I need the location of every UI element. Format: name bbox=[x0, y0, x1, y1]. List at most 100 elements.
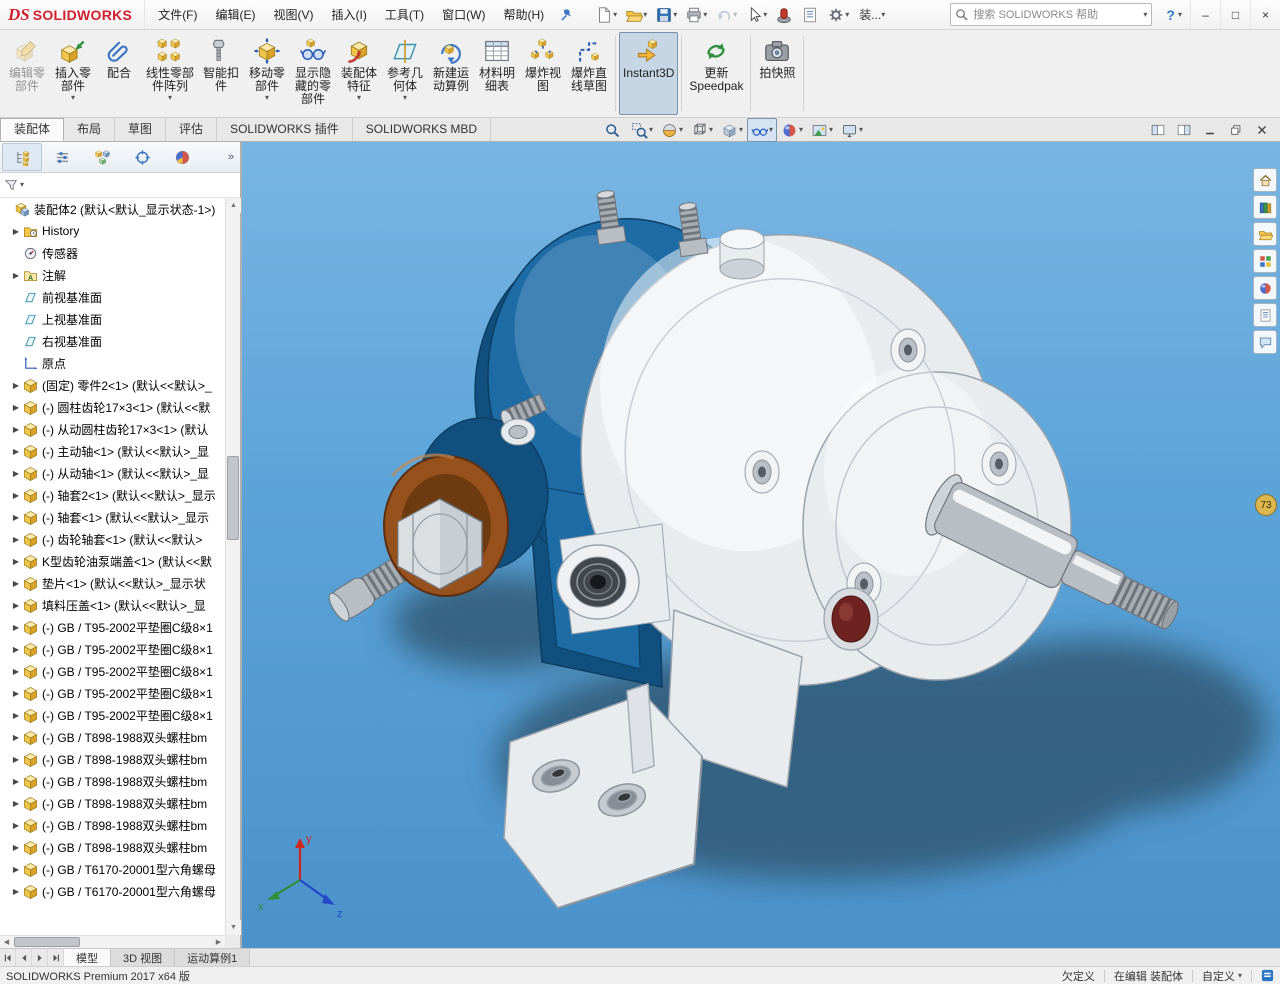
search-box[interactable]: ▾ bbox=[950, 3, 1152, 26]
tree-item[interactable]: ▶垫片<1> (默认<<默认>_显示状 bbox=[0, 572, 225, 594]
tree-item[interactable]: ▶(-) GB / T95-2002平垫圈C级8×1 bbox=[0, 660, 225, 682]
undo-button[interactable]: ▾ bbox=[712, 2, 740, 28]
dropdown-caret-icon[interactable]: ▾ bbox=[679, 126, 683, 134]
panel-tab-dimxpertmanager[interactable] bbox=[122, 143, 162, 171]
doc-close-button[interactable] bbox=[1250, 120, 1274, 141]
expander-icon[interactable]: ▶ bbox=[10, 667, 22, 676]
taskpane-resources-button[interactable] bbox=[1253, 168, 1277, 192]
instant3d-button[interactable]: Instant3D bbox=[619, 32, 678, 115]
expander-icon[interactable]: ▶ bbox=[10, 557, 22, 566]
file-properties-button[interactable] bbox=[798, 2, 822, 28]
previous-tab-icon[interactable] bbox=[16, 949, 32, 966]
tree-item[interactable]: 前视基准面 bbox=[0, 286, 225, 308]
tree-item[interactable]: 传感器 bbox=[0, 242, 225, 264]
model-tab-运动算例1[interactable]: 运动算例1 bbox=[175, 949, 250, 966]
tree-item[interactable]: ▶(-) GB / T6170-20001型六角螺母 bbox=[0, 880, 225, 902]
expander-icon[interactable]: ▶ bbox=[10, 821, 22, 830]
horizontal-scroll-thumb[interactable] bbox=[14, 937, 80, 947]
graphics-viewport[interactable]: y x z 73 bbox=[242, 142, 1280, 948]
taskpane-file-explorer-button[interactable] bbox=[1253, 222, 1277, 246]
tree-item[interactable]: ▶(-) GB / T898-1988双头螺柱bm bbox=[0, 770, 225, 792]
expander-icon[interactable]: ▶ bbox=[10, 271, 22, 280]
menu-window[interactable]: 窗口(W) bbox=[433, 1, 494, 29]
tab-solidworks-mbd[interactable]: SOLIDWORKS MBD bbox=[353, 118, 491, 141]
dropdown-caret-icon[interactable]: ▾ bbox=[881, 11, 885, 19]
expander-icon[interactable]: ▶ bbox=[10, 843, 22, 852]
update-speedpak-button[interactable]: 更新Speedpak bbox=[685, 32, 747, 115]
bill-of-materials-button[interactable]: 材料明细表 bbox=[474, 32, 520, 115]
tree-item[interactable]: ▶(-) GB / T95-2002平垫圈C级8×1 bbox=[0, 616, 225, 638]
tree-item[interactable]: ▶(-) 轴套<1> (默认<<默认>_显示 bbox=[0, 506, 225, 528]
panel-tabs-overflow-icon[interactable]: » bbox=[224, 151, 238, 163]
expander-icon[interactable]: ▶ bbox=[10, 469, 22, 478]
dropdown-caret-icon[interactable]: ▾ bbox=[357, 94, 361, 102]
taskpane-view-palette-button[interactable] bbox=[1253, 249, 1277, 273]
panel-tab-featuremanager[interactable] bbox=[2, 143, 42, 171]
scroll-right-arrow[interactable]: ▶ bbox=[212, 936, 225, 948]
show-hidden-components-button[interactable]: 显示隐藏的零部件 bbox=[290, 32, 336, 115]
expander-icon[interactable]: ▶ bbox=[10, 887, 22, 896]
dropdown-caret-icon[interactable]: ▾ bbox=[739, 126, 743, 134]
expander-icon[interactable]: ▶ bbox=[10, 425, 22, 434]
tree-item[interactable]: ▶K型齿轮油泵端盖<1> (默认<<默 bbox=[0, 550, 225, 572]
filter-icon[interactable] bbox=[4, 178, 18, 192]
dropdown-caret-icon[interactable]: ▾ bbox=[613, 11, 617, 19]
save-button[interactable]: ▾ bbox=[652, 2, 680, 28]
dropdown-caret-icon[interactable]: ▾ bbox=[703, 11, 707, 19]
toolbar-overflow-button[interactable]: 装...▾ bbox=[854, 2, 888, 28]
panel-tab-propertymanager[interactable] bbox=[42, 143, 82, 171]
expander-icon[interactable]: ▶ bbox=[10, 645, 22, 654]
menu-tools[interactable]: 工具(T) bbox=[376, 1, 433, 29]
scroll-down-arrow[interactable]: ▼ bbox=[226, 920, 241, 935]
tree-item[interactable]: ▶(-) GB / T6170-20001型六角螺母 bbox=[0, 858, 225, 880]
move-component-button[interactable]: 移动零部件▾ bbox=[244, 32, 290, 115]
help-button[interactable]: ? ▾ bbox=[1158, 0, 1190, 29]
expander-icon[interactable]: ▶ bbox=[10, 227, 22, 236]
dropdown-caret-icon[interactable]: ▾ bbox=[168, 94, 172, 102]
panel-tab-displaymanager[interactable] bbox=[162, 143, 202, 171]
quick-tips-icon[interactable] bbox=[1261, 969, 1274, 982]
tree-item[interactable]: ▶(固定) 零件2<1> (默认<<默认>_ bbox=[0, 374, 225, 396]
dropdown-caret-icon[interactable]: ▾ bbox=[829, 126, 833, 134]
help-dropdown-caret[interactable]: ▾ bbox=[1178, 11, 1182, 19]
tree-root-item[interactable]: 装配体2 (默认<默认_显示状态-1>) bbox=[0, 198, 225, 220]
pane-split-left-button[interactable] bbox=[1146, 120, 1170, 141]
scroll-up-arrow[interactable]: ▲ bbox=[226, 198, 241, 213]
outlet-port[interactable] bbox=[824, 588, 878, 650]
top-boss[interactable] bbox=[720, 229, 764, 279]
tree-item[interactable]: ▶(-) 从动轴<1> (默认<<默认>_显 bbox=[0, 462, 225, 484]
mate-button[interactable]: 配合 bbox=[96, 32, 142, 115]
tab-评估[interactable]: 评估 bbox=[166, 118, 217, 141]
expander-icon[interactable]: ▶ bbox=[10, 755, 22, 764]
tree-item[interactable]: ▶(-) 圆柱齿轮17×3<1> (默认<<默 bbox=[0, 396, 225, 418]
search-input[interactable] bbox=[971, 8, 1140, 22]
print-button[interactable]: ▾ bbox=[682, 2, 710, 28]
expander-icon[interactable]: ▶ bbox=[10, 865, 22, 874]
expander-icon[interactable]: ▶ bbox=[10, 733, 22, 742]
dropdown-caret-icon[interactable]: ▾ bbox=[733, 11, 737, 19]
exploded-view-button[interactable]: 爆炸视图 bbox=[520, 32, 566, 115]
doc-restore-button[interactable] bbox=[1224, 120, 1248, 141]
take-snapshot-button[interactable]: 拍快照 bbox=[754, 32, 800, 115]
tab-草图[interactable]: 草图 bbox=[115, 118, 166, 141]
insert-components-button[interactable]: 插入零部件▾ bbox=[50, 32, 96, 115]
dropdown-caret-icon[interactable]: ▾ bbox=[673, 11, 677, 19]
tree-item[interactable]: ▶(-) GB / T95-2002平垫圈C级8×1 bbox=[0, 682, 225, 704]
expander-icon[interactable]: ▶ bbox=[10, 403, 22, 412]
menu-view[interactable]: 视图(V) bbox=[265, 1, 323, 29]
expander-icon[interactable]: ▶ bbox=[10, 513, 22, 522]
expander-icon[interactable]: ▶ bbox=[10, 381, 22, 390]
select-button[interactable]: ▾ bbox=[742, 2, 770, 28]
menu-file[interactable]: 文件(F) bbox=[149, 1, 206, 29]
menu-insert[interactable]: 插入(I) bbox=[323, 1, 376, 29]
search-dropdown-caret[interactable]: ▾ bbox=[1143, 11, 1147, 19]
tab-solidworks-插件[interactable]: SOLIDWORKS 插件 bbox=[217, 118, 353, 141]
open-button[interactable]: ▾ bbox=[622, 2, 650, 28]
reference-geometry-button[interactable]: 参考几何体▾ bbox=[382, 32, 428, 115]
hide-show-items-button[interactable]: ▾ bbox=[747, 118, 777, 142]
expander-icon[interactable]: ▶ bbox=[10, 799, 22, 808]
smart-fasteners-button[interactable]: 智能扣件 bbox=[198, 32, 244, 115]
tree-horizontal-scrollbar[interactable]: ◀ ▶ bbox=[0, 935, 225, 948]
assembly-features-button[interactable]: 装配体特征▾ bbox=[336, 32, 382, 115]
zoom-fit-button[interactable] bbox=[597, 118, 627, 142]
